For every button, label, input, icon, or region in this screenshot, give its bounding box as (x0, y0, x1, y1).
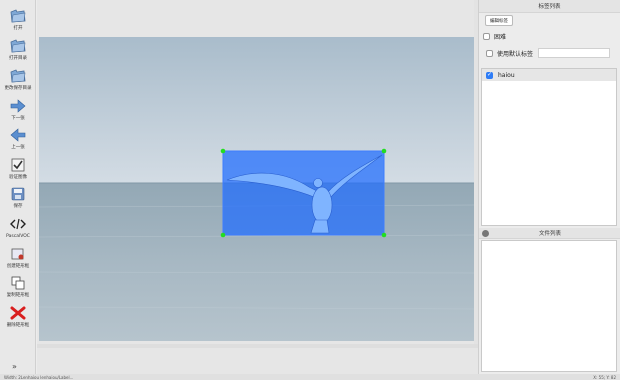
create-rect-icon (10, 246, 26, 262)
folder-change-save-icon (10, 68, 26, 84)
status-left: Width: 2Lenhaiou lenhaiou/Label... (4, 374, 74, 380)
toolbar-overflow-icon[interactable]: » (12, 362, 17, 371)
duplicate-rect-button[interactable]: 复制矩形框 (0, 275, 36, 299)
edit-label-button[interactable]: 编辑标签 (485, 15, 513, 26)
left-toolbar: 打开 打开目录 更改保存目录 下一张 上一张 验证图像 保存 PascalVOC… (0, 0, 36, 374)
use-default-label-checkbox[interactable] (486, 50, 493, 57)
status-bar: Width: 2Lenhaiou lenhaiou/Label... X: 55… (0, 374, 620, 380)
difficult-label: 困难 (494, 34, 507, 41)
right-dock: 标签列表 编辑标签 困难 使用默认标签 ✓ haiou 文件列表 (478, 0, 620, 374)
use-default-label-row[interactable]: 使用默认标签 (486, 49, 533, 58)
label-list-item[interactable]: ✓ haiou (482, 69, 616, 81)
delete-rect-button[interactable]: 删除矩形框 (0, 305, 36, 329)
use-default-label-text: 使用默认标签 (497, 51, 534, 58)
difficult-checkbox[interactable] (483, 33, 490, 40)
default-label-input[interactable] (538, 48, 610, 58)
labelimg-window: 打开 打开目录 更改保存目录 下一张 上一张 验证图像 保存 PascalVOC… (0, 0, 620, 380)
file-list-title: 文件列表 (479, 228, 620, 239)
format-pascalvoc-button[interactable]: PascalVOC (0, 216, 36, 240)
label-name: haiou (498, 71, 515, 79)
open-dir-button[interactable]: 打开目录 (0, 38, 36, 62)
change-save-dir-button[interactable]: 更改保存目录 (0, 68, 36, 92)
verify-image-button[interactable]: 验证图像 (0, 157, 36, 181)
dock-float-icon[interactable] (482, 230, 489, 237)
file-list[interactable] (481, 240, 617, 372)
delete-x-icon (10, 305, 26, 321)
folder-open-dir-icon (10, 38, 26, 54)
prev-arrow-icon (10, 127, 26, 143)
save-button[interactable]: 保存 (0, 186, 36, 210)
horizontal-scrollbar[interactable] (37, 344, 478, 348)
image-canvas[interactable] (37, 0, 478, 374)
label-list[interactable]: ✓ haiou (481, 68, 617, 226)
prev-image-button[interactable]: 上一张 (0, 127, 36, 151)
status-coords: X: 55; Y: 82 (593, 374, 616, 380)
duplicate-rect-icon (10, 275, 26, 291)
save-floppy-icon (10, 186, 26, 202)
label-visible-checkbox[interactable]: ✓ (486, 71, 493, 79)
next-image-button[interactable]: 下一张 (0, 98, 36, 122)
create-rect-button[interactable]: 创建矩形框 (0, 246, 36, 270)
difficult-checkbox-row[interactable]: 困难 (483, 32, 506, 41)
annotated-photo[interactable] (39, 37, 475, 341)
code-format-icon (10, 216, 26, 232)
verify-check-icon (10, 157, 26, 173)
next-arrow-icon (10, 98, 26, 114)
folder-open-icon (10, 8, 26, 24)
label-list-title: 标签列表 (479, 0, 620, 13)
open-button[interactable]: 打开 (0, 8, 36, 32)
